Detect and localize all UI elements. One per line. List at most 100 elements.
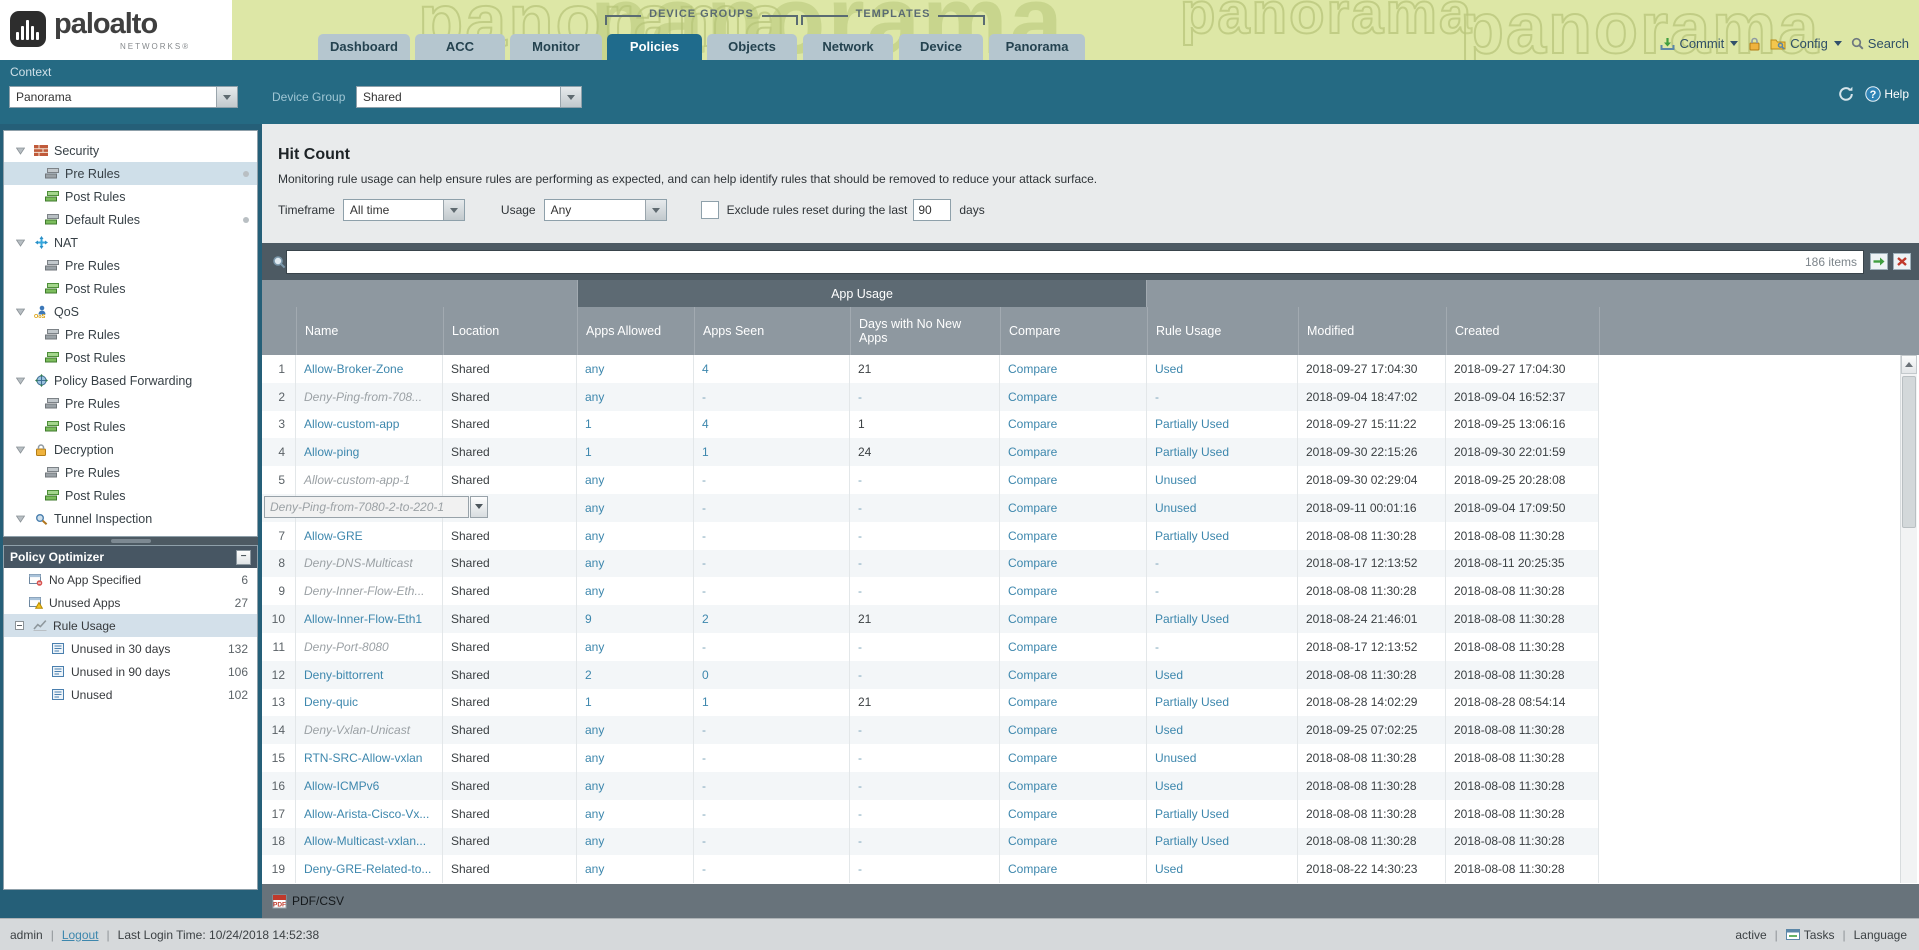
rule-usage-link[interactable]: Used [1155, 362, 1183, 376]
cell-value[interactable]: 1 [585, 695, 592, 709]
apply-filter-icon[interactable] [1870, 253, 1888, 270]
cell-value[interactable]: any [585, 501, 604, 515]
rule-name-link[interactable]: Deny-Vxlan-Unicast [304, 723, 410, 737]
tree-node-security[interactable]: Security [4, 139, 257, 162]
column-header-compare[interactable]: Compare [1000, 307, 1147, 355]
rule-usage-link[interactable]: Partially Used [1155, 529, 1229, 543]
compare-link[interactable]: Compare [1008, 723, 1057, 737]
tree-node-qos-post-rules[interactable]: Post Rules [4, 346, 257, 369]
tree-node-nat-pre-rules[interactable]: Pre Rules [4, 254, 257, 277]
compare-link[interactable]: Compare [1008, 390, 1057, 404]
tree-node-qos-pre-rules[interactable]: Pre Rules [4, 323, 257, 346]
compare-link[interactable]: Compare [1008, 640, 1057, 654]
rule-name-link[interactable]: Allow-Inner-Flow-Eth1 [304, 612, 422, 626]
optimizer-item-unused-in-90-days[interactable]: Unused in 90 days106 [4, 660, 257, 683]
usage-select[interactable]: Any [544, 199, 667, 221]
cell-value[interactable]: any [585, 529, 604, 543]
tree-node-decryption[interactable]: Decryption [4, 438, 257, 461]
rule-name-link[interactable]: Allow-GRE [304, 529, 363, 543]
tasks-button[interactable]: Tasks [1786, 928, 1835, 942]
compare-link[interactable]: Compare [1008, 556, 1057, 570]
rule-name-link[interactable]: Allow-custom-app-1 [304, 473, 410, 487]
column-header-rownum[interactable] [262, 307, 296, 355]
tree-node-policy-based-forwarding[interactable]: Policy Based Forwarding [4, 369, 257, 392]
tree-node-tunnel-inspection[interactable]: Tunnel Inspection [4, 507, 257, 530]
cell-value[interactable]: any [585, 584, 604, 598]
lock-icon[interactable] [1747, 37, 1761, 51]
language-button[interactable]: Language [1854, 928, 1907, 942]
panel-splitter[interactable] [3, 537, 258, 545]
cell-value[interactable]: 1 [702, 695, 709, 709]
cell-value[interactable]: 4 [702, 362, 709, 376]
cell-value[interactable]: any [585, 723, 604, 737]
tree-node-nat-post-rules[interactable]: Post Rules [4, 277, 257, 300]
rule-usage-link[interactable]: Partially Used [1155, 445, 1229, 459]
rule-usage-link[interactable]: Used [1155, 779, 1183, 793]
cell-value[interactable]: 1 [702, 445, 709, 459]
tree-node-security-pre-rules[interactable]: Pre Rules [4, 162, 257, 185]
tab-acc[interactable]: ACC [415, 34, 505, 60]
compare-link[interactable]: Compare [1008, 668, 1057, 682]
cell-value[interactable]: any [585, 390, 604, 404]
rule-usage-link[interactable]: Partially Used [1155, 807, 1229, 821]
rule-name-link[interactable]: Deny-Inner-Flow-Eth... [304, 584, 425, 598]
cell-value[interactable]: any [585, 751, 604, 765]
minimize-icon[interactable]: − [236, 550, 251, 565]
tab-panorama[interactable]: Panorama [989, 34, 1085, 60]
tab-dashboard[interactable]: Dashboard [318, 34, 410, 60]
rule-name-link[interactable]: Allow-Multicast-vxlan... [304, 834, 426, 848]
cell-value[interactable]: any [585, 556, 604, 570]
rule-name-editor[interactable]: Deny-Ping-from-7080-2-to-220-1 [296, 496, 443, 518]
cell-value[interactable]: any [585, 862, 604, 876]
compare-link[interactable]: Compare [1008, 612, 1057, 626]
rule-usage-link[interactable]: Unused [1155, 473, 1196, 487]
cell-value[interactable]: 2 [585, 668, 592, 682]
exclude-days-input[interactable] [913, 199, 951, 221]
tab-network[interactable]: Network [803, 34, 893, 60]
compare-link[interactable]: Compare [1008, 834, 1057, 848]
rule-name-link[interactable]: Deny-GRE-Related-to... [304, 862, 431, 876]
vertical-scrollbar[interactable] [1900, 355, 1917, 883]
compare-link[interactable]: Compare [1008, 862, 1057, 876]
tab-monitor[interactable]: Monitor [510, 34, 602, 60]
rule-usage-link[interactable]: Used [1155, 668, 1183, 682]
compare-link[interactable]: Compare [1008, 584, 1057, 598]
exclude-reset-checkbox[interactable] [701, 201, 719, 219]
device-group-select[interactable]: Shared [356, 86, 582, 108]
tree-node-policy-based-forwarding-pre-rules[interactable]: Pre Rules [4, 392, 257, 415]
cell-value[interactable]: 4 [702, 417, 709, 431]
compare-link[interactable]: Compare [1008, 473, 1057, 487]
clear-filter-icon[interactable] [1893, 253, 1911, 270]
cell-value[interactable]: any [585, 834, 604, 848]
pdf-csv-button[interactable]: PDF/CSV [292, 894, 344, 908]
column-header-created[interactable]: Created [1446, 307, 1599, 355]
compare-link[interactable]: Compare [1008, 501, 1057, 515]
column-header-apps-allowed[interactable]: Apps Allowed [577, 307, 694, 355]
rule-usage-link[interactable]: Used [1155, 723, 1183, 737]
compare-link[interactable]: Compare [1008, 362, 1057, 376]
timeframe-select[interactable]: All time [343, 199, 465, 221]
rule-usage-link[interactable]: Used [1155, 862, 1183, 876]
optimizer-item-rule-usage[interactable]: Rule Usage [4, 614, 257, 637]
cell-value[interactable]: any [585, 779, 604, 793]
rule-name-link[interactable]: Deny-DNS-Multicast [304, 556, 413, 570]
rule-name-link[interactable]: Deny-Ping-from-708... [304, 390, 422, 404]
cell-value[interactable]: any [585, 362, 604, 376]
context-select[interactable]: Panorama [9, 86, 238, 108]
scrollbar-thumb[interactable] [1902, 376, 1916, 528]
tab-policies[interactable]: Policies [607, 34, 702, 60]
rule-usage-link[interactable]: Partially Used [1155, 417, 1229, 431]
rule-name-link[interactable]: Allow-ping [304, 445, 359, 459]
compare-link[interactable]: Compare [1008, 779, 1057, 793]
chevron-down-icon[interactable] [443, 200, 464, 220]
compare-link[interactable]: Compare [1008, 529, 1057, 543]
compare-link[interactable]: Compare [1008, 445, 1057, 459]
help-button[interactable]: ? Help [1865, 86, 1909, 102]
chevron-down-icon[interactable] [216, 87, 237, 107]
cell-value[interactable]: any [585, 473, 604, 487]
config-button[interactable]: Config [1770, 36, 1842, 51]
optimizer-item-unused-in-30-days[interactable]: Unused in 30 days132 [4, 637, 257, 660]
rule-name-link[interactable]: Allow-custom-app [304, 417, 399, 431]
cell-value[interactable]: 9 [585, 612, 592, 626]
search-button[interactable]: Search [1851, 36, 1909, 51]
